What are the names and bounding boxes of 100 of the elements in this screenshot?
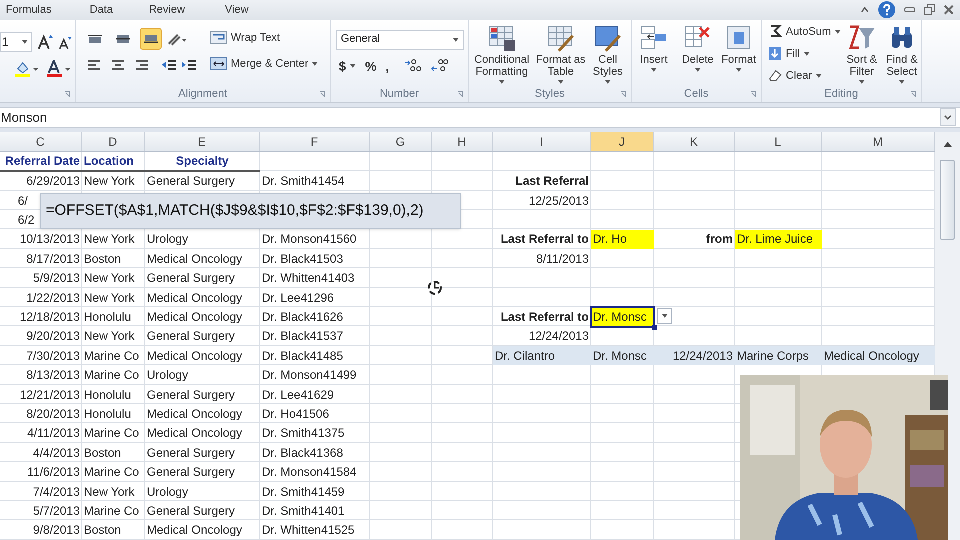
- table-cell-text: New York: [83, 328, 136, 346]
- dropdown-button[interactable]: [657, 308, 672, 324]
- dialog-launcher-icon: [64, 90, 71, 98]
- delete-cells-button[interactable]: Delete: [676, 24, 720, 72]
- find-select-button[interactable]: Find & Select: [882, 24, 922, 84]
- insert-icon: [640, 24, 668, 52]
- dialog-launcher-icon: [457, 90, 464, 98]
- table-cell-text: Honolulu: [83, 386, 132, 404]
- format-cells-button[interactable]: Format: [718, 24, 760, 72]
- fill-handle[interactable]: [652, 324, 657, 330]
- close-icon: [944, 4, 954, 15]
- table-cell[interactable]: Medical Oncology: [822, 346, 935, 366]
- number-format-field[interactable]: General: [336, 30, 464, 50]
- autosum-button[interactable]: AutoSum: [768, 24, 842, 40]
- caret-icon: [350, 64, 356, 68]
- text-orientation-icon: [166, 32, 188, 48]
- column-header[interactable]: H: [432, 132, 493, 152]
- table-cell[interactable]: Dr. Ho: [591, 230, 654, 250]
- table-cell-text: General Surgery: [146, 464, 236, 482]
- insert-cells-button[interactable]: Insert: [632, 24, 676, 72]
- fill-button[interactable]: Fill: [768, 46, 810, 62]
- table-cell-text: 4/4/2013: [32, 444, 81, 462]
- table-cell[interactable]: 12/25/2013: [493, 190, 591, 210]
- table-cell[interactable]: Marine Corps: [735, 346, 822, 366]
- table-cell[interactable]: 12/24/2013: [493, 326, 591, 346]
- expand-formula-bar-button[interactable]: [940, 108, 956, 126]
- table-cell-text: 6/: [17, 192, 30, 210]
- dialog-launcher-icon: [910, 90, 917, 98]
- formula-bar-value[interactable]: Monson: [0, 108, 48, 128]
- table-cell-text: 8/13/2013: [26, 367, 81, 384]
- shrink-font-icon: [58, 36, 72, 50]
- table-cell-text: Medical Oncology: [146, 250, 244, 268]
- font-size-field[interactable]: 1: [0, 32, 32, 52]
- clear-button[interactable]: Clear: [768, 68, 822, 84]
- decrease-decimal-icon: [431, 58, 450, 74]
- table-cell[interactable]: 12/24/2013: [654, 346, 735, 366]
- table-cell[interactable]: 8/11/2013: [493, 249, 591, 269]
- table-cell-text: New York: [83, 173, 136, 190]
- table-cell[interactable]: Last Referral to: [493, 230, 591, 250]
- table-cell-text: Medical Oncology: [146, 425, 244, 442]
- caret-icon: [695, 68, 701, 72]
- dialog-launcher-icon: [750, 90, 757, 98]
- wrap-text-button[interactable]: Wrap Text: [210, 30, 280, 46]
- column-header[interactable]: C: [0, 132, 82, 152]
- table-cell-text: New York: [83, 270, 136, 288]
- table-cell[interactable]: Last Referral: [493, 172, 591, 191]
- table-cell-text: Urology: [146, 231, 190, 248]
- ribbon-tab[interactable]: Formulas: [6, 2, 52, 18]
- table-cell[interactable]: Dr. Cilantro: [493, 346, 591, 366]
- caret-icon: [899, 80, 905, 84]
- column-header[interactable]: D: [82, 132, 145, 152]
- table-cell-text: 5/7/2013: [32, 502, 81, 520]
- table-cell[interactable]: Last Referral to: [493, 307, 591, 327]
- column-header[interactable]: F: [260, 132, 370, 152]
- column-header[interactable]: G: [370, 132, 432, 152]
- table-cell-text: Dr. Monson41560: [261, 231, 358, 248]
- currency-button[interactable]: $: [339, 56, 356, 76]
- column-header[interactable]: J: [591, 132, 654, 152]
- ribbon-minimize-icon: [860, 4, 870, 15]
- table-cell-text: 5/9/2013: [32, 270, 81, 288]
- table-cell-text: Dr. Monson41499: [261, 367, 358, 384]
- merge-center-button[interactable]: Merge & Center: [210, 56, 318, 72]
- column-header[interactable]: L: [735, 132, 822, 152]
- table-cell-text: Dr. Whitten41525: [261, 522, 356, 540]
- scroll-thumb[interactable]: [940, 160, 955, 240]
- table-cell-text: Dr. Lee41629: [261, 386, 336, 404]
- table-cell[interactable]: Dr. Lime Juice: [735, 230, 822, 250]
- cell-styles-button[interactable]: Cell Styles: [587, 24, 629, 84]
- column-heading-cell: Referral Date: [0, 152, 82, 172]
- table-cell[interactable]: Dr. Monsc: [591, 346, 654, 366]
- bottom-align-button[interactable]: [140, 28, 162, 50]
- table-cell-text: 1/22/2013: [26, 290, 81, 307]
- table-cell-text: New York: [83, 484, 136, 500]
- ribbon-tab[interactable]: Data: [90, 2, 114, 18]
- table-cell-text: General Surgery: [146, 502, 236, 520]
- table-cell-text: Dr. Smith41459: [261, 484, 346, 500]
- table-cell-text: General Surgery: [146, 328, 236, 346]
- table-cell-text: Marine Co: [83, 348, 140, 365]
- column-header[interactable]: E: [145, 132, 260, 152]
- sigma-icon: [768, 24, 782, 40]
- table-cell-text: Dr. Black41503: [261, 250, 344, 268]
- table-cell[interactable]: from: [654, 230, 735, 250]
- increase-indent-icon: [181, 58, 197, 72]
- format-as-table-button[interactable]: Format as Table: [535, 24, 587, 84]
- column-header[interactable]: K: [654, 132, 735, 152]
- middle-align-icon: [116, 34, 130, 43]
- funnel-icon: [848, 24, 876, 52]
- font-color-icon: [46, 60, 72, 78]
- caret-icon: [22, 40, 28, 44]
- ribbon-tab[interactable]: Review: [149, 2, 186, 18]
- conditional-formatting-button[interactable]: Conditional Formatting: [469, 24, 535, 84]
- comma-style-button[interactable]: ,: [386, 56, 390, 76]
- column-heading-cell: Specialty: [145, 152, 260, 172]
- caret-icon: [499, 80, 505, 84]
- group-label: Cells: [684, 86, 709, 102]
- percent-button[interactable]: %: [365, 56, 377, 76]
- busy-cursor-icon: [426, 279, 444, 297]
- ribbon-tab[interactable]: View: [225, 2, 249, 18]
- sort-filter-button[interactable]: Sort & Filter: [842, 24, 882, 84]
- table-cell-text: Honolulu: [83, 308, 132, 326]
